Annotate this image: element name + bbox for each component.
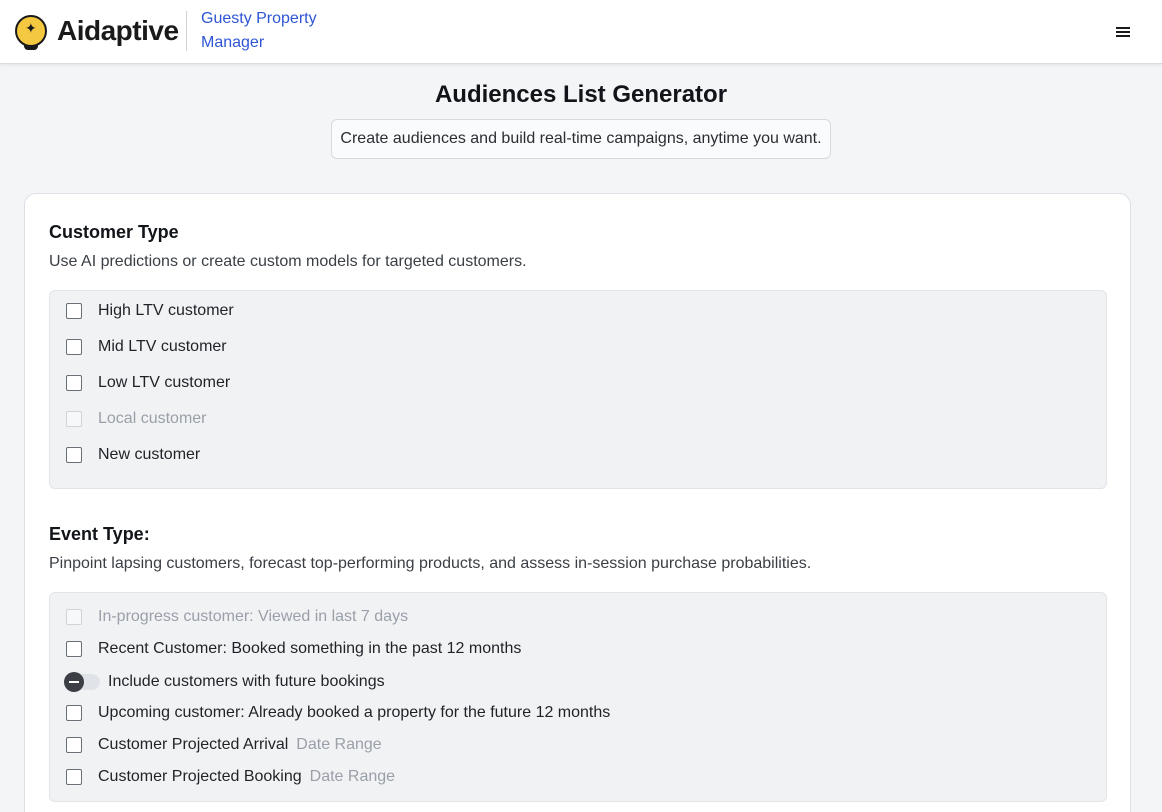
option-projected-arrival[interactable]: Customer Projected Arrival Date Range (66, 736, 382, 754)
checkbox[interactable] (66, 705, 82, 721)
checkbox-disabled (66, 411, 82, 427)
option-label: Local customer (98, 410, 207, 427)
customer-type-title: Customer Type (49, 222, 179, 242)
toggle-switch[interactable] (64, 672, 100, 692)
date-range-picker[interactable]: Date Range (310, 768, 395, 786)
checkbox[interactable] (66, 447, 82, 463)
event-type-options: In-progress customer: Viewed in last 7 d… (49, 592, 1107, 802)
toggle-future-bookings[interactable]: Include customers with future bookings (64, 672, 385, 692)
checkbox[interactable] (66, 641, 82, 657)
audience-builder-card: Customer Type Use AI predictions or crea… (24, 193, 1131, 812)
checkbox[interactable] (66, 737, 82, 753)
date-range-picker[interactable]: Date Range (296, 736, 381, 754)
option-label: High LTV customer (98, 302, 234, 319)
option-projected-booking[interactable]: Customer Projected Booking Date Range (66, 768, 395, 786)
option-label: Low LTV customer (98, 374, 231, 391)
option-new-customer[interactable]: New customer (66, 446, 200, 464)
checkbox[interactable] (66, 375, 82, 391)
option-upcoming-customer[interactable]: Upcoming customer: Already booked a prop… (66, 704, 610, 722)
option-local-customer: Local customer (66, 410, 207, 428)
brand-logo[interactable]: ✦ Aidaptive (15, 15, 179, 50)
customer-type-description: Use AI predictions or create custom mode… (49, 253, 527, 270)
option-in-progress-customer: In-progress customer: Viewed in last 7 d… (66, 608, 408, 626)
option-label: In-progress customer: Viewed in last 7 d… (98, 608, 409, 625)
checkbox[interactable] (66, 303, 82, 319)
hamburger-icon[interactable] (1112, 22, 1134, 42)
option-label: Mid LTV customer (98, 338, 227, 355)
event-type-title: Event Type: (49, 524, 150, 544)
option-label: Recent Customer: Booked something in the… (98, 640, 522, 657)
page-title: Audiences List Generator (434, 81, 728, 108)
option-label: Customer Projected Booking (98, 768, 302, 785)
option-label: New customer (98, 446, 201, 463)
checkbox-disabled (66, 609, 82, 625)
checkbox[interactable] (66, 339, 82, 355)
option-mid-ltv[interactable]: Mid LTV customer (66, 338, 227, 356)
option-low-ltv[interactable]: Low LTV customer (66, 374, 230, 392)
checkbox[interactable] (66, 769, 82, 785)
event-type-description: Pinpoint lapsing customers, forecast top… (49, 555, 812, 572)
option-high-ltv[interactable]: High LTV customer (66, 302, 234, 320)
brand-name: Aidaptive (57, 15, 179, 46)
option-label: Include customers with future bookings (108, 673, 385, 690)
company-link[interactable]: Guesty Property Manager (201, 7, 341, 55)
toggle-minus-icon (64, 672, 84, 692)
option-recent-customer[interactable]: Recent Customer: Booked something in the… (66, 640, 521, 658)
sparkle-bulb-icon: ✦ (15, 15, 47, 50)
page-subtitle: Create audiences and build real-time cam… (331, 119, 831, 159)
top-nav-bar: ✦ Aidaptive Guesty Property Manager (0, 0, 1162, 64)
option-label: Upcoming customer: Already booked a prop… (98, 704, 611, 721)
header-divider (186, 11, 187, 51)
customer-type-options: High LTV customer Mid LTV customer Low L… (49, 290, 1107, 489)
option-label: Customer Projected Arrival (98, 736, 289, 753)
page-subtitle-wrap: Create audiences and build real-time cam… (0, 119, 1162, 159)
